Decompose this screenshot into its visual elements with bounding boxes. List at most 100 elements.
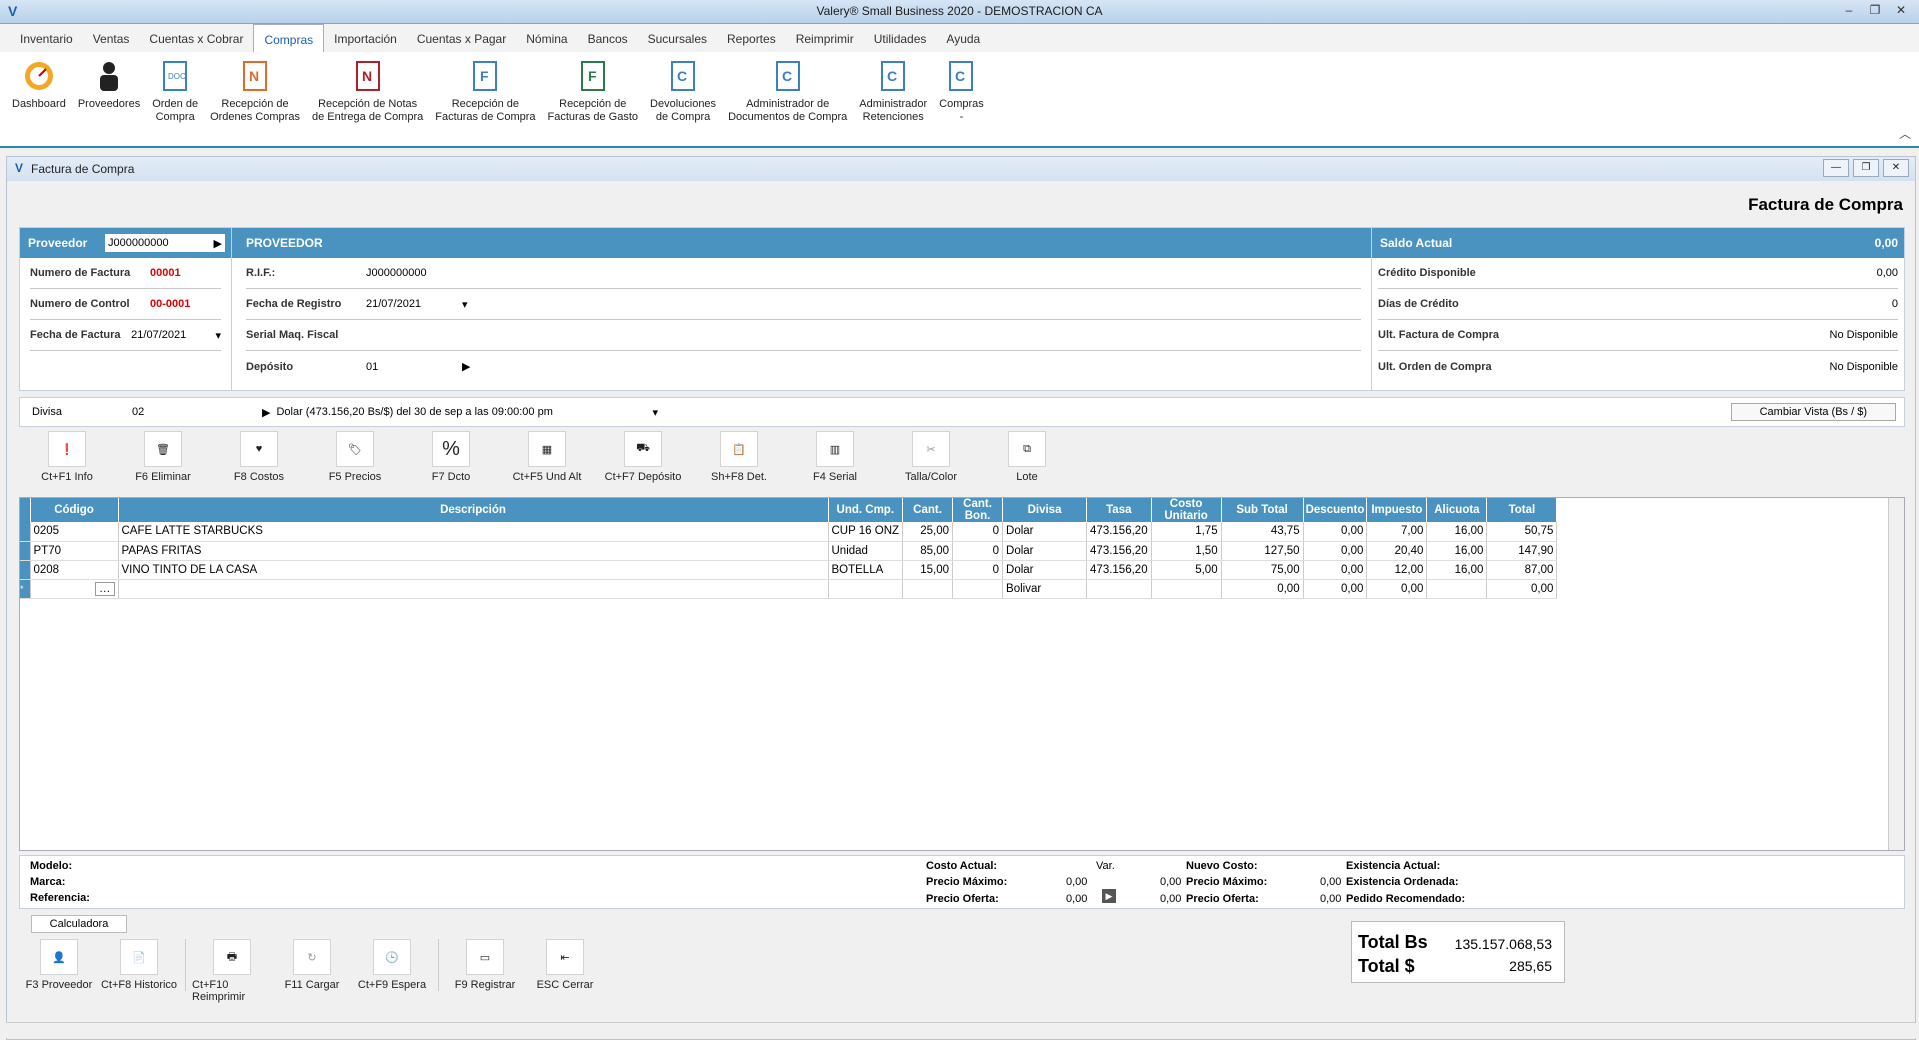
ribbon-recepcion-notas[interactable]: N Recepción de Notas de Entrega de Compra <box>306 52 429 146</box>
proveedor-button[interactable]: 👤 F3 Proveedor <box>19 939 99 1003</box>
minimize-icon[interactable]: — <box>1823 159 1849 177</box>
menu-ayuda[interactable]: Ayuda <box>936 24 990 52</box>
col-header[interactable]: Divisa <box>1002 498 1088 522</box>
ellipsis-button[interactable]: … <box>95 581 115 596</box>
col-header[interactable]: Cant. Bon. <box>952 498 1004 522</box>
table-row[interactable]: 0205 CAFE LATTE STARBUCKS CUP 16 ONZ 25,00 0… <box>20 522 1558 542</box>
table-row[interactable]: 0208 VINO TINTO DE LA CASA BOTELLA 15,00 0 Do… <box>20 560 1558 580</box>
menu-nomina[interactable]: Nómina <box>516 24 577 52</box>
menu-bancos[interactable]: Bancos <box>578 24 638 52</box>
descuento-button[interactable]: % F7 Dcto <box>403 431 499 487</box>
arrow-right-icon[interactable]: ▶ <box>462 360 470 373</box>
detalle-button[interactable]: 📋 Sh+F8 Det. <box>691 431 787 487</box>
menu-ventas[interactable]: Ventas <box>83 24 140 52</box>
cambiar-vista-button[interactable]: Cambiar Vista (Bs / $) <box>1730 403 1896 421</box>
ribbon-facturas-gasto[interactable]: F Recepción de Facturas de Gasto <box>542 52 645 146</box>
col-header[interactable]: Sub Total <box>1221 498 1304 522</box>
ribbon-recepcion-ordenes[interactable]: N Recepción de Ordenes Compras <box>204 52 306 146</box>
chevron-down-icon[interactable]: ▾ <box>652 406 658 419</box>
svg-text:N: N <box>249 68 259 84</box>
clipboard-icon: 📋 <box>720 431 758 467</box>
maximize-icon[interactable]: ❐ <box>1863 2 1887 20</box>
vertical-scrollbar[interactable] <box>1888 498 1904 850</box>
ribbon-admin-retenciones[interactable]: C Administrador Retenciones <box>853 52 933 146</box>
chevron-down-icon[interactable]: ▾ <box>462 298 468 311</box>
fecha-registro-field[interactable]: 21/07/2021 <box>366 298 462 310</box>
ribbon: Dashboard Proveedores DOC Orden de Compra … <box>0 52 1919 148</box>
menu-sucursales[interactable]: Sucursales <box>638 24 717 52</box>
chevron-up-icon[interactable]: ︿ <box>1899 125 1911 142</box>
proveedor-input[interactable]: J000000000 ▶ <box>105 234 225 252</box>
ribbon-recepcion-facturas[interactable]: F Recepción de Facturas de Compra <box>429 52 541 146</box>
menu-reimprimir[interactable]: Reimprimir <box>786 24 864 52</box>
col-header[interactable]: Total <box>1486 498 1558 522</box>
deposito-button[interactable]: ⛟ Ct+F7 Depósito <box>595 431 691 487</box>
ribbon-devoluciones[interactable]: C Devoluciones de Compra <box>644 52 722 146</box>
registrar-button[interactable]: ▭ F9 Registrar <box>445 939 525 1003</box>
document-title: Factura de Compra <box>31 162 135 176</box>
menu-cuentas-cobrar[interactable]: Cuentas x Cobrar <box>139 24 253 52</box>
espera-button[interactable]: 🕒 Ct+F9 Espera <box>352 939 432 1003</box>
play-icon[interactable]: ▶ <box>1102 889 1116 903</box>
person-icon <box>92 58 126 94</box>
lote-button[interactable]: ⧉ Lote <box>979 431 1075 487</box>
arrow-right-icon[interactable]: ▶ <box>262 406 270 419</box>
col-header[interactable]: Impuesto <box>1366 498 1428 522</box>
col-header[interactable]: Costo Unitario <box>1151 498 1222 522</box>
col-header[interactable]: Código <box>30 498 119 522</box>
close-icon[interactable]: ✕ <box>1889 2 1913 20</box>
history-icon: 📄 <box>120 939 158 975</box>
svg-text:N: N <box>362 68 372 84</box>
reimprimir-button[interactable]: 🖶 Ct+F10 Reimprimir <box>192 939 272 1003</box>
cargar-button[interactable]: ↻ F11 Cargar <box>272 939 352 1003</box>
col-header[interactable]: Alicuota <box>1426 498 1488 522</box>
historico-button[interactable]: 📄 Ct+F8 Historico <box>99 939 179 1003</box>
divisa-select[interactable]: Dolar (473.156,20 Bs/$) del 30 de sep a … <box>276 406 652 418</box>
menu-importacion[interactable]: Importación <box>324 24 407 52</box>
menu-utilidades[interactable]: Utilidades <box>864 24 937 52</box>
col-header[interactable]: Und. Cmp. <box>828 498 904 522</box>
col-header[interactable]: Cant. <box>902 498 954 522</box>
serial-button[interactable]: ▥ F4 Serial <box>787 431 883 487</box>
fecha-factura-field[interactable]: 21/07/2021 <box>131 329 215 341</box>
total-bs-value: 135.157.068,53 <box>1454 936 1552 952</box>
eliminar-button[interactable]: 🗑 F6 Eliminar <box>115 431 211 487</box>
numero-factura-field[interactable]: 00001 <box>150 267 181 279</box>
menu-compras[interactable]: Compras <box>253 24 325 52</box>
ribbon-proveedores[interactable]: Proveedores <box>72 52 146 146</box>
ribbon-dashboard[interactable]: Dashboard <box>6 52 72 146</box>
ribbon-orden-compra[interactable]: DOC Orden de Compra <box>146 52 204 146</box>
arrow-right-icon[interactable]: ▶ <box>214 237 222 250</box>
chevron-down-icon[interactable]: ▾ <box>215 329 221 342</box>
costos-button[interactable]: ♥ F8 Costos <box>211 431 307 487</box>
ribbon-admin-documentos[interactable]: C Administrador de Documentos de Compra <box>722 52 853 146</box>
deposito-field[interactable]: 01 <box>366 361 462 373</box>
doc-c-icon: C <box>944 58 978 94</box>
menu-inventario[interactable]: Inventario <box>10 24 83 52</box>
und-alt-button[interactable]: ▦ Ct+F5 Und Alt <box>499 431 595 487</box>
table-row-new[interactable]: *… Bolivar 0,00 0,00 0,00 0,00 <box>20 579 1558 599</box>
menu-reportes[interactable]: Reportes <box>717 24 786 52</box>
doc-c-icon: C <box>876 58 910 94</box>
talla-color-button[interactable]: ✂ Talla/Color <box>883 431 979 487</box>
proveedor-header: PROVEEDOR <box>232 228 1371 258</box>
person-icon: 👤 <box>40 939 78 975</box>
divisa-code-field[interactable]: 02 <box>132 406 262 418</box>
table-row[interactable]: PT70 PAPAS FRITAS Unidad 85,00 0 Dolar 473.156… <box>20 541 1558 561</box>
precios-button[interactable]: 🏷 F5 Precios <box>307 431 403 487</box>
close-icon[interactable]: ✕ <box>1883 159 1909 177</box>
col-header[interactable]: Tasa <box>1086 498 1152 522</box>
ribbon-compras[interactable]: C Compras - <box>933 52 990 146</box>
numero-control-field[interactable]: 00-0001 <box>150 298 190 310</box>
info-button[interactable]: ❗ Ct+F1 Info <box>19 431 115 487</box>
col-header[interactable]: Descuento <box>1303 498 1368 522</box>
minimize-icon[interactable]: – <box>1837 2 1861 20</box>
menu-cuentas-pagar[interactable]: Cuentas x Pagar <box>407 24 516 52</box>
cerrar-button[interactable]: ⇤ ESC Cerrar <box>525 939 605 1003</box>
calculadora-button[interactable]: Calculadora <box>31 915 127 933</box>
gauge-icon <box>22 58 56 94</box>
items-grid[interactable]: Código Descripción Und. Cmp. Cant. Cant.… <box>19 497 1905 851</box>
col-header[interactable]: Descripción <box>118 498 829 522</box>
maximize-icon[interactable]: ❐ <box>1853 159 1879 177</box>
boxes-icon: ▦ <box>528 431 566 467</box>
